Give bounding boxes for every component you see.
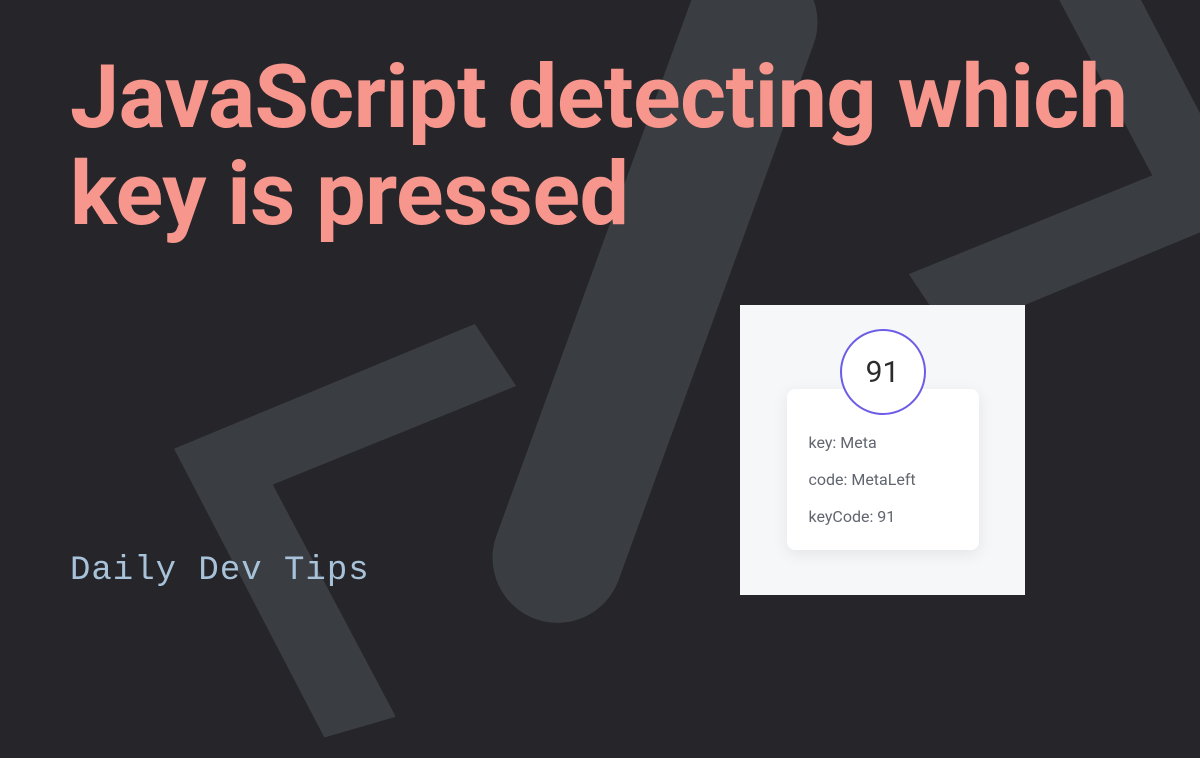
key-row: key: Meta bbox=[809, 433, 957, 452]
code-row: code: MetaLeft bbox=[809, 470, 957, 489]
article-title: JavaScript detecting which key is presse… bbox=[70, 50, 1130, 244]
keycode-number: 91 bbox=[866, 355, 900, 390]
keypress-demo-panel: 91 key: Meta code: MetaLeft keyCode: 91 bbox=[740, 305, 1025, 595]
keycode-circle: 91 bbox=[840, 329, 926, 415]
brand-label: Daily Dev Tips bbox=[70, 552, 370, 590]
keycode-row: keyCode: 91 bbox=[809, 507, 957, 526]
chevron-left-icon bbox=[99, 242, 531, 758]
